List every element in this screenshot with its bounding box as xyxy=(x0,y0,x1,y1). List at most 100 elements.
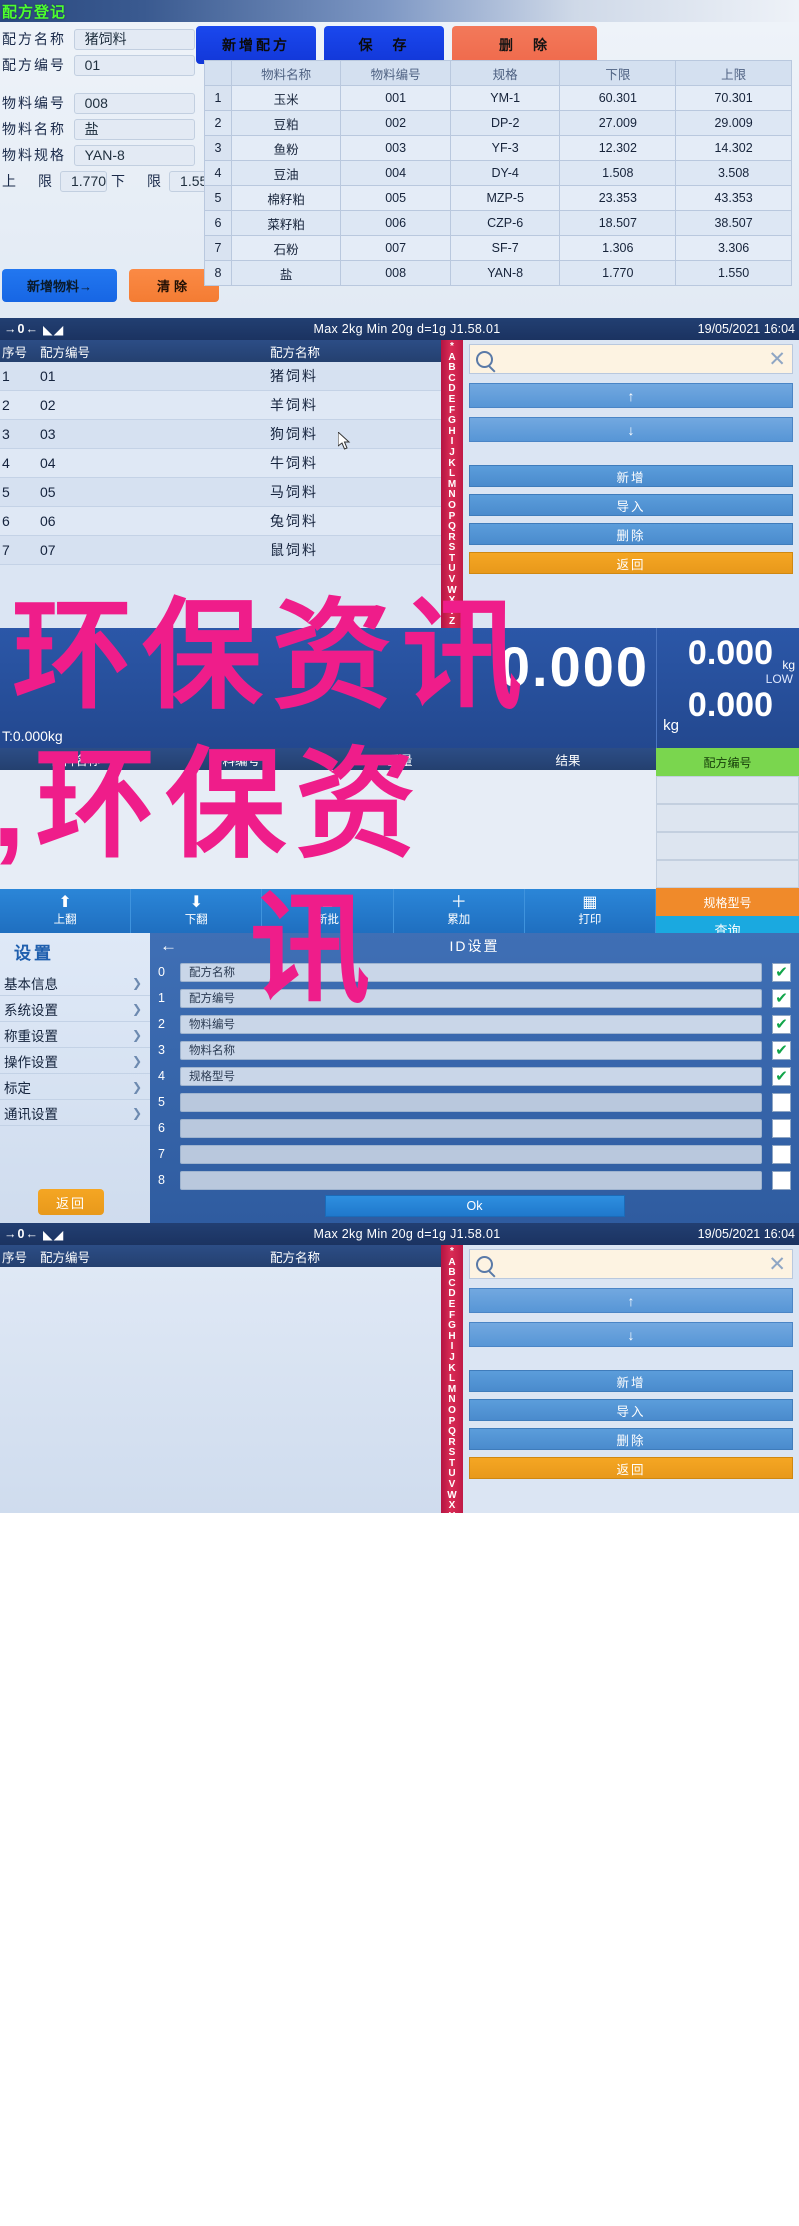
table-row[interactable]: 8 盐 008 YAN-8 1.770 1.550 xyxy=(204,260,792,286)
list-item[interactable]: 5 05 马饲料 xyxy=(0,478,441,507)
table-row[interactable]: 6 菜籽粕 006 CZP-6 18.507 38.507 xyxy=(204,210,792,236)
id-row-checkbox[interactable] xyxy=(772,1118,791,1138)
material-code-input[interactable]: 008 xyxy=(73,92,195,114)
back-arrow-icon[interactable]: ← xyxy=(160,936,177,956)
recipe-code-value-box[interactable] xyxy=(656,776,799,804)
sidebar-item-calibration[interactable]: 标定 ❯ xyxy=(0,1074,150,1100)
recipe-code-tag[interactable]: 配方编号 xyxy=(656,748,799,776)
scroll-up-button[interactable]: ↑ xyxy=(469,383,793,408)
id-row-checkbox[interactable]: ✔ xyxy=(772,988,791,1008)
back-button[interactable]: 返回 xyxy=(469,552,793,574)
id-row-input[interactable]: 配方编号 xyxy=(180,988,762,1008)
list-item[interactable]: 4 04 牛饲料 xyxy=(0,449,441,478)
id-row-input[interactable] xyxy=(180,1118,762,1138)
chevron-right-icon: ❯ xyxy=(131,1001,142,1016)
search-input[interactable]: ✕ xyxy=(469,1249,793,1279)
list-item[interactable]: 7 07 鼠饲料 xyxy=(0,536,441,565)
delete-button[interactable]: 删除 xyxy=(469,1428,793,1450)
id-row-index: 5 xyxy=(158,1095,165,1109)
alphabet-letter[interactable]: Z xyxy=(449,617,455,628)
sidebar-item-communication[interactable]: 通讯设置 ❯ xyxy=(0,1100,150,1126)
cell-name: 玉米 xyxy=(230,85,342,111)
scroll-up-button[interactable]: ↑ xyxy=(469,1288,793,1313)
id-row: 6 xyxy=(150,1115,799,1141)
alphabet-index-rail-2[interactable]: *ABCDEFGHIJKLMNOPQRSTUVWXYZ xyxy=(441,1245,463,1513)
list-item[interactable]: 1 01 猪饲料 xyxy=(0,362,441,391)
cell-name: 菜籽粕 xyxy=(230,210,342,236)
id-row-checkbox[interactable] xyxy=(772,1144,791,1164)
id-row-checkbox[interactable]: ✔ xyxy=(772,1066,791,1086)
id-row-input[interactable] xyxy=(180,1170,762,1190)
sidebar-item-system[interactable]: 系统设置 ❯ xyxy=(0,996,150,1022)
delete-button[interactable]: 删 除 xyxy=(452,26,597,64)
scroll-down-button[interactable]: ↓ xyxy=(469,417,793,442)
alphabet-letter[interactable]: O xyxy=(448,500,456,512)
page-down-button[interactable]: ⬇ 下翻 xyxy=(131,889,263,933)
add-button[interactable]: 新增 xyxy=(469,465,793,487)
cell-index: 5 xyxy=(204,185,232,211)
empty-recipe-list-area[interactable] xyxy=(0,1267,441,1513)
id-row-input[interactable] xyxy=(180,1092,762,1112)
table-row[interactable]: 7 石粉 007 SF-7 1.306 3.306 xyxy=(204,235,792,261)
cell-upper: 29.009 xyxy=(675,110,792,136)
accumulate-button[interactable]: ＋ 累加 xyxy=(394,889,525,933)
ok-button[interactable]: Ok xyxy=(324,1195,625,1217)
id-row-input[interactable] xyxy=(180,1144,762,1164)
delete-button[interactable]: 删除 xyxy=(469,523,793,545)
id-row-checkbox[interactable]: ✔ xyxy=(772,1040,791,1060)
alphabet-letter[interactable]: O xyxy=(448,1405,456,1417)
alphabet-index-rail[interactable]: * A B C D E F G H I J K L M N O P Q R S T U V W X Y Z xyxy=(441,340,463,628)
printer-icon: ▦ xyxy=(582,894,598,911)
sidebar-item-operation[interactable]: 操作设置 ❯ xyxy=(0,1048,150,1074)
scroll-down-button[interactable]: ↓ xyxy=(469,1322,793,1347)
alphabet-letter[interactable]: E xyxy=(449,394,456,406)
back-button[interactable]: 返回 xyxy=(469,1457,793,1479)
list-item[interactable]: 2 02 羊饲料 xyxy=(0,391,441,420)
list-item[interactable]: 3 03 狗饲料 xyxy=(0,420,441,449)
add-material-button[interactable]: 新增物料→ xyxy=(2,269,117,302)
upper-limit-input[interactable]: 1.770 xyxy=(60,170,108,192)
id-row-input[interactable]: 物料名称 xyxy=(180,1040,762,1060)
table-row[interactable]: 2 豆粕 002 DP-2 27.009 29.009 xyxy=(204,110,792,136)
alphabet-letter[interactable]: * xyxy=(450,341,454,353)
id-row-checkbox[interactable] xyxy=(772,1170,791,1190)
close-icon[interactable]: ✕ xyxy=(768,349,786,370)
id-row-input[interactable]: 规格型号 xyxy=(180,1066,762,1086)
recipe-code-input[interactable]: 01 xyxy=(73,54,195,76)
alphabet-letter[interactable]: J xyxy=(449,1352,455,1364)
table-row[interactable]: 3 鱼粉 003 YF-3 12.302 14.302 xyxy=(204,135,792,161)
page-up-button[interactable]: ⬆ 上翻 xyxy=(0,889,132,933)
material-spec-input[interactable]: YAN-8 xyxy=(73,144,195,166)
alphabet-letter[interactable]: Y xyxy=(449,1511,456,1513)
save-button[interactable]: 保 存 xyxy=(324,26,444,64)
query-button[interactable]: 查询 xyxy=(656,916,799,933)
table-row[interactable]: 4 豆油 004 DY-4 1.508 3.508 xyxy=(204,160,792,186)
spec-model-tag[interactable]: 规格型号 xyxy=(656,888,799,916)
sidebar-item-basic-info[interactable]: 基本信息 ❯ xyxy=(0,970,150,996)
recipe-name-input[interactable]: 猪饲料 xyxy=(73,28,195,50)
import-button[interactable]: 导入 xyxy=(469,1399,793,1421)
id-row-checkbox[interactable]: ✔ xyxy=(772,962,791,982)
table-row[interactable]: 1 玉米 001 YM-1 60.301 70.301 xyxy=(204,85,792,111)
id-row-input[interactable]: 配方名称 xyxy=(180,962,762,982)
table-row[interactable]: 5 棉籽粕 005 MZP-5 23.353 43.353 xyxy=(204,185,792,211)
print-button[interactable]: ▦ 打印 xyxy=(525,889,657,933)
add-button[interactable]: 新增 xyxy=(469,1370,793,1392)
sidebar-item-weighing[interactable]: 称重设置 ❯ xyxy=(0,1022,150,1048)
id-row-index: 0 xyxy=(158,965,165,979)
id-row-input[interactable]: 物料编号 xyxy=(180,1014,762,1034)
list-item[interactable]: 6 06 兔饲料 xyxy=(0,507,441,536)
material-name-input[interactable]: 盐 xyxy=(73,118,195,140)
recipe-panel-body: 配方名称 猪饲料 配方编号 01 物料编号 008 物料名称 盐 物料规格 YA… xyxy=(0,22,799,318)
id-row-checkbox[interactable]: ✔ xyxy=(772,1014,791,1034)
id-row-checkbox[interactable] xyxy=(772,1092,791,1112)
close-icon[interactable]: ✕ xyxy=(768,1254,786,1275)
search-input[interactable]: ✕ xyxy=(469,344,793,374)
new-batch-button[interactable]: ▲ 新批 xyxy=(262,889,394,933)
settings-back-button[interactable]: 返回 xyxy=(38,1189,104,1215)
import-button[interactable]: 导入 xyxy=(469,494,793,516)
alphabet-letter[interactable]: E xyxy=(449,1299,456,1311)
add-recipe-button[interactable]: 新增配方 xyxy=(196,26,316,64)
alphabet-letter[interactable]: J xyxy=(449,447,455,459)
alphabet-letter[interactable]: * xyxy=(450,1246,454,1258)
